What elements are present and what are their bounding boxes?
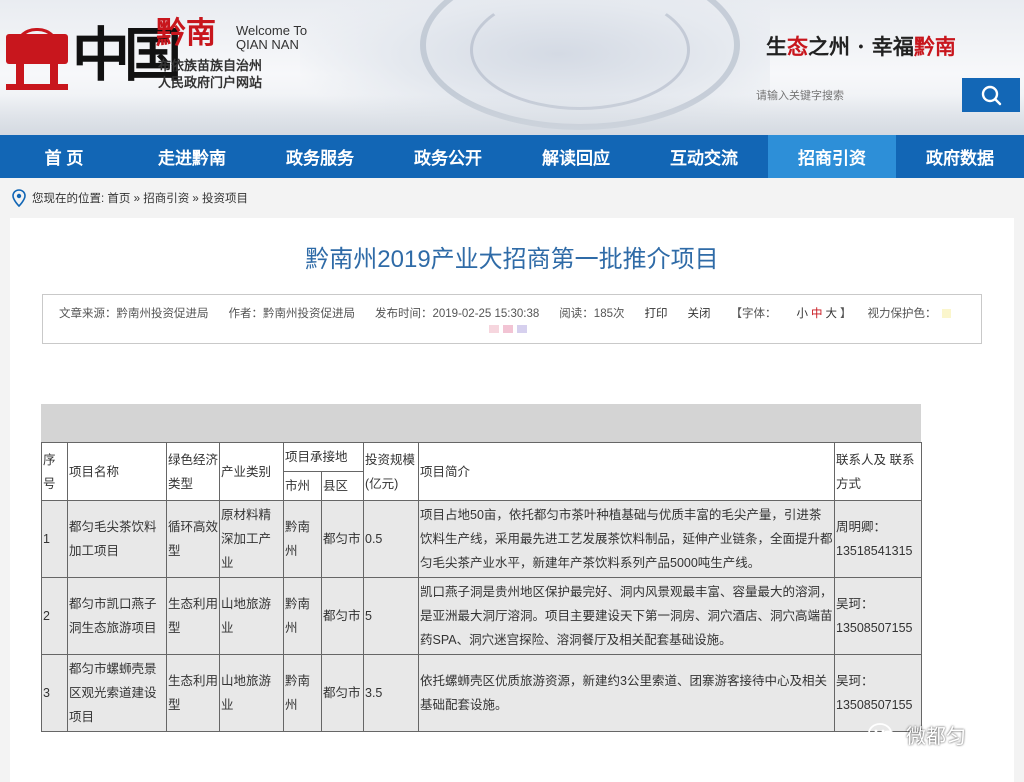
cell-green-type: 循环高效型 xyxy=(166,500,220,578)
article-publish-time: 发布时间：2019-02-25 15:30:38 xyxy=(375,308,540,320)
cell-contact: 周明卿：13518541315 xyxy=(834,500,922,578)
header-location-group: 项目承接地 xyxy=(283,442,364,472)
article-source: 文章来源：黔南州投资促进局 xyxy=(59,308,209,320)
cell-seq: 3 xyxy=(41,654,68,732)
nav-about-qiannan[interactable]: 走进黔南 xyxy=(128,135,256,178)
cell-county: 都匀市 xyxy=(321,654,364,732)
eye-care-color-rose[interactable] xyxy=(503,325,513,333)
close-button[interactable]: 关闭 xyxy=(687,305,710,321)
cell-name: 都匀市螺蛳壳景区观光索道建设项目 xyxy=(67,654,167,732)
projects-table: 序号 项目名称 绿色经济类型 产业类别 项目承接地 投资规模(亿元) 项目简介 … xyxy=(41,442,922,732)
breadcrumb-separator: » xyxy=(133,193,141,205)
eye-care-color-yellow[interactable] xyxy=(942,308,952,318)
cell-intro: 项目占地50亩，依托都匀市茶叶种植基础与优质丰富的毛尖产量，引进茶饮料生产线，采… xyxy=(418,500,835,578)
cell-industry: 山地旅游业 xyxy=(219,654,284,732)
cell-investment: 3.5 xyxy=(363,654,419,732)
cell-city: 黔南州 xyxy=(283,500,322,578)
header-green-type: 绿色经济类型 xyxy=(166,442,220,501)
cell-city: 黔南州 xyxy=(283,654,322,732)
breadcrumb-projects-link[interactable]: 投资项目 xyxy=(202,193,248,205)
cell-seq: 2 xyxy=(41,577,68,655)
nav-interpretation[interactable]: 解读回应 xyxy=(512,135,640,178)
eye-care-swatches xyxy=(489,325,527,333)
government-logo-icon[interactable] xyxy=(6,28,68,90)
logo-qiannan: 黔南 xyxy=(156,16,216,51)
eye-care-color-pink[interactable] xyxy=(489,325,499,333)
breadcrumb-home-link[interactable]: 首页 xyxy=(107,193,130,205)
search-icon xyxy=(981,85,1002,106)
breadcrumb: 您现在的位置: 首页 » 招商引资 » 投资项目 xyxy=(0,178,1024,218)
header-seq: 序号 xyxy=(41,442,68,501)
cell-name: 都匀市凯口燕子洞生态旅游项目 xyxy=(67,577,167,655)
welcome-text: Welcome To QIAN NAN xyxy=(236,23,308,52)
nav-gov-disclosure[interactable]: 政务公开 xyxy=(384,135,512,178)
article-meta-box: 文章来源：黔南州投资促进局 作者：黔南州投资促进局 发布时间：2019-02-2… xyxy=(42,294,982,344)
site-subtitle-line1: 布依族苗族自治州 xyxy=(158,58,263,73)
cell-county: 都匀市 xyxy=(321,500,364,578)
cell-investment: 5 xyxy=(363,577,419,655)
header-intro: 项目简介 xyxy=(418,442,835,501)
table-row: 3 都匀市螺蛳壳景区观光索道建设项目 生态利用型 山地旅游业 黔南州 都匀市 3… xyxy=(41,654,922,732)
cell-seq: 1 xyxy=(41,500,68,578)
cell-intro: 凯口燕子洞是贵州地区保护最完好、洞内风景观最丰富、容量最大的溶洞，是亚洲最大洞厅… xyxy=(418,577,835,655)
cell-county: 都匀市 xyxy=(321,577,364,655)
header-investment: 投资规模(亿元) xyxy=(363,442,419,501)
nav-investment[interactable]: 招商引资 xyxy=(768,135,896,178)
article-author: 作者：黔南州投资促进局 xyxy=(228,308,356,320)
header-city: 市州 xyxy=(283,471,322,501)
font-small-button[interactable]: 小 xyxy=(796,308,808,320)
breadcrumb-separator: » xyxy=(192,193,199,205)
site-subtitle-line2: 人民政府门户网站 xyxy=(158,75,263,90)
header-contact: 联系人及 联系方式 xyxy=(834,442,922,501)
article-read-count: 阅读：185次 xyxy=(559,308,625,320)
cell-green-type: 生态利用型 xyxy=(166,577,220,655)
watermark-text: 微都匀 xyxy=(906,726,966,748)
article-content: 黔南州2019产业大招商第一批推介项目 文章来源：黔南州投资促进局 作者：黔南州… xyxy=(10,218,1014,782)
slogan: 生态之州 · 幸福黔南 xyxy=(766,34,956,59)
cell-contact: 吴珂：13508507155 xyxy=(834,577,922,655)
nav-interaction[interactable]: 互动交流 xyxy=(640,135,768,178)
nav-gov-data[interactable]: 政府数据 xyxy=(896,135,1024,178)
main-nav: 首 页 走进黔南 政务服务 政务公开 解读回应 互动交流 招商引资 政府数据 xyxy=(0,135,1024,178)
cell-intro: 依托螺蛳壳区优质旅游资源，新建约3公里索道、团寨游客接待中心及相关基础配套设施。 xyxy=(418,654,835,732)
header-county: 县区 xyxy=(321,471,364,501)
breadcrumb-prefix: 您现在的位置: xyxy=(32,193,105,205)
article-title: 黔南州2019产业大招商第一批推介项目 xyxy=(305,246,719,273)
wechat-watermark: 微都匀 xyxy=(868,720,966,749)
cell-investment: 0.5 xyxy=(363,500,419,578)
nav-gov-services[interactable]: 政务服务 xyxy=(256,135,384,178)
breadcrumb-investment-link[interactable]: 招商引资 xyxy=(143,193,189,205)
cell-green-type: 生态利用型 xyxy=(166,654,220,732)
eye-care-color-lavender[interactable] xyxy=(517,325,527,333)
eye-care-label: 视力保护色： xyxy=(867,308,937,320)
header-banner: 中国 黔南 Welcome To QIAN NAN 布依族苗族自治州 人民政府门… xyxy=(0,0,1024,135)
table-top-band xyxy=(41,404,921,442)
table-header-row: 序号 项目名称 绿色经济类型 产业类别 项目承接地 投资规模(亿元) 项目简介 … xyxy=(41,442,922,501)
font-medium-button[interactable]: 中 xyxy=(811,308,823,320)
print-button[interactable]: 打印 xyxy=(644,305,667,321)
wechat-icon xyxy=(868,722,897,745)
cell-industry: 山地旅游业 xyxy=(219,577,284,655)
table-row: 1 都匀毛尖茶饮料加工项目 循环高效型 原材料精深加工产业 黔南州 都匀市 0.… xyxy=(41,500,922,578)
search-button[interactable] xyxy=(962,78,1020,112)
search-input[interactable] xyxy=(756,82,960,110)
cell-name: 都匀毛尖茶饮料加工项目 xyxy=(67,500,167,578)
cell-city: 黔南州 xyxy=(283,577,322,655)
cell-industry: 原材料精深加工产业 xyxy=(219,500,284,578)
header-name: 项目名称 xyxy=(67,442,167,501)
nav-home[interactable]: 首 页 xyxy=(0,135,128,178)
header-industry: 产业类别 xyxy=(219,442,284,501)
table-row: 2 都匀市凯口燕子洞生态旅游项目 生态利用型 山地旅游业 黔南州 都匀市 5 凯… xyxy=(41,577,922,655)
font-size-control: 【字体：小中大】 xyxy=(730,308,852,320)
font-large-button[interactable]: 大 xyxy=(825,308,837,320)
location-pin-icon xyxy=(12,189,26,207)
